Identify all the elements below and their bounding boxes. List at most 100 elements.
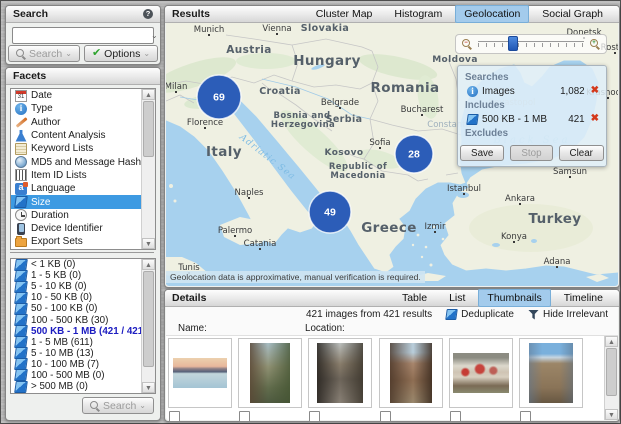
facet-value-100-500-mb-0[interactable]: 100 - 500 MB (0) [11, 370, 142, 381]
zoom-in-icon[interactable]: + [590, 39, 600, 49]
search-combobox[interactable]: ⌄ [12, 27, 154, 44]
facet-category-label: Export Sets [31, 236, 83, 247]
facet-value-100-500-kb-30[interactable]: 100 - 500 KB (30) [11, 314, 142, 325]
scroll-up-arrow[interactable]: ▲ [605, 336, 618, 347]
facet-value-500-kb-1-mb-421-421[interactable]: 500 KB - 1 MB (421 / 421) [11, 326, 142, 337]
facet-value-1-5-kb-0[interactable]: 1 - 5 KB (0) [11, 270, 142, 281]
scroll-down-arrow[interactable]: ▼ [142, 382, 155, 393]
thumbnail-checkbox[interactable] [380, 411, 391, 422]
tab-geolocation[interactable]: Geolocation [455, 5, 529, 23]
thumb-cobbled-street[interactable] [308, 338, 372, 408]
facet-category-label: Language [31, 183, 76, 194]
thumb-church[interactable] [519, 338, 583, 408]
clear-button[interactable]: Clear [559, 145, 604, 161]
facet-category-date[interactable]: Date [11, 89, 142, 102]
stop-button[interactable]: Stop [510, 145, 552, 161]
thumbnail-checkbox[interactable] [169, 411, 180, 422]
scrollbar-thumb[interactable] [606, 348, 617, 396]
tab-cluster-map[interactable]: Cluster Map [307, 5, 382, 23]
search-button[interactable]: Search ⌄ [8, 45, 80, 62]
facet-category-label: Size [31, 197, 50, 208]
facet-category-keyword-lists[interactable]: Keyword Lists [11, 142, 142, 155]
thumb-street-flowers[interactable] [238, 338, 302, 408]
tab-list[interactable]: List [440, 289, 474, 307]
thumb-flower-wall[interactable] [449, 338, 513, 408]
scrollbar-thumb[interactable] [143, 271, 154, 367]
facet-value-1-5-mb-611[interactable]: 1 - 5 MB (611) [11, 337, 142, 348]
thumbnails-scrollbar[interactable]: ▲ ▼ [604, 336, 618, 420]
tab-table[interactable]: Table [393, 289, 436, 307]
thumbnail-item [519, 338, 583, 422]
facet-category-type[interactable]: Type [11, 102, 142, 115]
facet-category-item-id-lists[interactable]: Item ID Lists [11, 169, 142, 182]
facet-value-1-kb-0[interactable]: < 1 KB (0) [11, 259, 142, 270]
app-window: { "search_panel": { "title": "Search", "… [0, 0, 621, 424]
facet-value-5-10-mb-13[interactable]: 5 - 10 MB (13) [11, 348, 142, 359]
map-city-dot [421, 114, 423, 116]
tab-thumbnails[interactable]: Thumbnails [478, 289, 550, 307]
save-button[interactable]: Save [460, 145, 504, 161]
facet-value-10-100-mb-7[interactable]: 10 - 100 MB (7) [11, 359, 142, 370]
criterion-label: Images [482, 86, 515, 97]
thumbnail-checkbox[interactable] [450, 411, 461, 422]
thumbnail-item [308, 338, 372, 422]
facet-category-device-identifier[interactable]: Device Identifier [11, 222, 142, 235]
zoom-slider-track[interactable] [478, 38, 584, 50]
scroll-up-arrow[interactable]: ▲ [142, 259, 155, 270]
map-city-dot [276, 33, 278, 35]
facet-category-export-sets[interactable]: Export Sets [11, 235, 142, 248]
tab-timeline[interactable]: Timeline [555, 289, 612, 307]
search-panel-header: Search ? [6, 6, 160, 23]
scrollbar-thumb[interactable] [143, 101, 154, 157]
map-country-label: Turkey [529, 211, 582, 227]
facet-category-author[interactable]: Author [11, 116, 142, 129]
options-button[interactable]: ✔ Options ⌄ [84, 45, 158, 62]
facet-value-5-10-kb-0[interactable]: 5 - 10 KB (0) [11, 281, 142, 292]
value-list-scrollbar[interactable]: ▲ ▼ [141, 259, 155, 393]
geolocation-map[interactable]: SlovakiaAustriaHungaryMoldovaRomaniaCroa… [166, 23, 618, 286]
thumbnail-checkbox[interactable] [239, 411, 250, 422]
zoom-slider-handle[interactable] [508, 36, 518, 51]
facet-category-language[interactable]: Language [11, 182, 142, 195]
map-country-label: Moldova [432, 55, 478, 65]
search-input[interactable] [13, 30, 151, 41]
facet-category-content-analysis[interactable]: Content Analysis [11, 129, 142, 142]
map-zoom-slider[interactable]: − + [455, 34, 607, 54]
search-panel-title: Search [13, 6, 48, 22]
results-panel-title: Results [172, 6, 210, 22]
name-label: Name: [178, 323, 207, 334]
map-city-label: Belgrade [321, 98, 359, 108]
facet-category-label: Keyword Lists [31, 143, 93, 154]
thumb-lake-sunset[interactable] [168, 338, 232, 408]
facet-category-duration[interactable]: Duration [11, 209, 142, 222]
thumbnail-checkbox[interactable] [520, 411, 531, 422]
scroll-up-arrow[interactable]: ▲ [142, 89, 155, 100]
tab-histogram[interactable]: Histogram [385, 5, 451, 23]
chevron-down-icon[interactable]: ⌄ [151, 32, 158, 40]
facet-category-md5-and-message-hash[interactable]: MD5 and Message Hash [11, 155, 142, 168]
facet-list-scrollbar[interactable]: ▲ ▼ [141, 89, 155, 249]
size-icon [14, 259, 28, 271]
map-city-dot [569, 176, 571, 178]
hide-irrelevant-button[interactable]: Hide Irrelevant [528, 309, 608, 320]
scroll-down-arrow[interactable]: ▼ [605, 409, 618, 420]
facet-value-10-50-kb-0[interactable]: 10 - 50 KB (0) [11, 292, 142, 303]
thumb-old-alley[interactable] [379, 338, 443, 408]
remove-criterion-icon[interactable]: ✖ [591, 86, 599, 96]
map-city-dot [204, 127, 206, 129]
facet-category-size[interactable]: Size [11, 195, 142, 208]
help-icon[interactable]: ? [143, 9, 153, 19]
deduplicate-button[interactable]: Deduplicate [446, 309, 514, 320]
tab-social-graph[interactable]: Social Graph [533, 5, 612, 23]
facets-search-button[interactable]: Search ⌄ [82, 397, 154, 414]
details-panel-title: Details [172, 290, 206, 306]
map-city-dot [463, 193, 465, 195]
zoom-out-icon[interactable]: − [462, 39, 472, 49]
remove-criterion-icon[interactable]: ✖ [591, 114, 599, 124]
map-city-dot [379, 147, 381, 149]
facet-value-50-100-kb-0[interactable]: 50 - 100 KB (0) [11, 303, 142, 314]
scroll-down-arrow[interactable]: ▼ [142, 238, 155, 249]
thumbnail-checkbox[interactable] [309, 411, 320, 422]
facet-value-500-mb-0[interactable]: > 500 MB (0) [11, 381, 142, 392]
facet-category-label: Device Identifier [31, 223, 103, 234]
